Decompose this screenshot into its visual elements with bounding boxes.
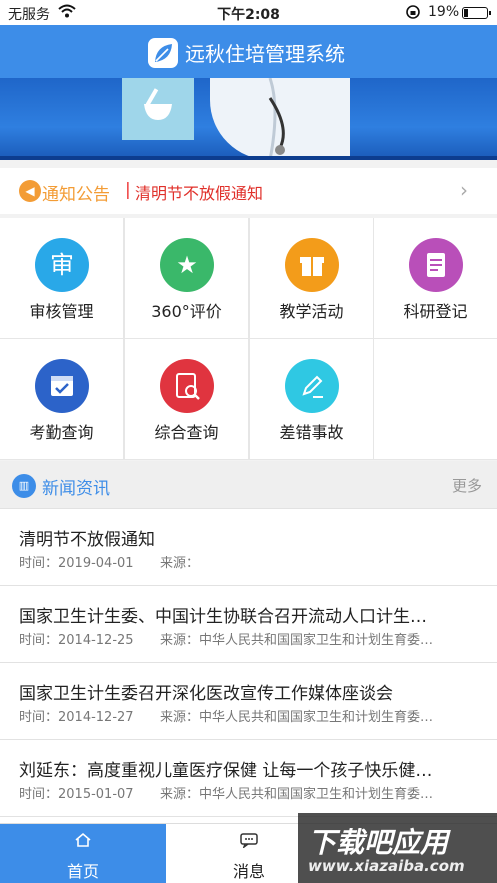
grid-item-label: 综合查询 bbox=[154, 423, 219, 442]
notice-separator: | bbox=[125, 180, 131, 200]
shield-icon: 审 bbox=[35, 238, 89, 292]
grid-item-label: 考勤查询 bbox=[29, 423, 94, 442]
status-time: 下午2:08 bbox=[217, 7, 280, 23]
status-bar: 无服务 下午2:08 19% bbox=[0, 0, 497, 25]
news-time: 时间：2014-12-27 bbox=[19, 710, 134, 725]
news-list: 清明节不放假通知 时间：2019-04-01 来源： 国家卫生计生委、中国计生协… bbox=[0, 509, 497, 823]
function-grid: 审 审核管理 ★ 360°评价 教学活动 科研登记 考勤查询 综合查询 差错事故 bbox=[0, 218, 497, 460]
grid-item-empty bbox=[374, 339, 497, 459]
news-title: 国家卫生计生委、中国计生协联合召开流动人口计生协工作会议 bbox=[19, 607, 439, 627]
tab-label: 首页 bbox=[66, 862, 99, 881]
megaphone-icon: ◀ bbox=[19, 180, 41, 202]
watermark-text: 下载吧应用 bbox=[308, 826, 449, 859]
grid-item-audit[interactable]: 审 审核管理 bbox=[0, 218, 123, 338]
news-title: 刘延东：高度重视儿童医疗保健 让每一个孩子快乐健康成长 bbox=[19, 761, 439, 781]
news-item[interactable]: 刘延东：高度重视儿童医疗保健 让每一个孩子快乐健康成长 时间：2015-01-0… bbox=[0, 740, 497, 817]
watermark-url: www.xiazaiba.com bbox=[308, 857, 465, 875]
more-link[interactable]: 更多 bbox=[452, 475, 482, 496]
battery-percent: 19% bbox=[428, 4, 460, 20]
news-source: 来源：中华人民共和国国家卫生和计划生育委员会 bbox=[160, 633, 435, 648]
news-item[interactable]: 清明节不放假通知 时间：2019-04-01 来源： bbox=[0, 509, 497, 586]
notice-label: 通知公告 bbox=[42, 185, 110, 205]
leaf-logo-icon bbox=[148, 38, 178, 68]
mortar-pestle-tile bbox=[122, 78, 194, 140]
book-icon: ▥ bbox=[12, 474, 36, 498]
grid-item-query[interactable]: 综合查询 bbox=[125, 339, 248, 459]
news-time: 时间：2014-12-25 bbox=[19, 633, 134, 648]
watermark-logo: 下载吧应用 www.xiazaiba.com bbox=[298, 813, 497, 883]
doctor-figure bbox=[210, 78, 350, 160]
notice-bar[interactable]: ◀ 通知公告 | 清明节不放假通知 › bbox=[0, 168, 497, 214]
gift-icon bbox=[285, 238, 339, 292]
orientation-lock-icon bbox=[405, 4, 421, 24]
tab-home[interactable]: 首页 bbox=[0, 824, 166, 883]
grid-item-label: 差错事故 bbox=[279, 423, 344, 442]
news-item[interactable]: 国家卫生计生委、中国计生协联合召开流动人口计生协工作会议 时间：2014-12-… bbox=[0, 586, 497, 663]
document-icon bbox=[409, 238, 463, 292]
grid-item-evaluation[interactable]: ★ 360°评价 bbox=[125, 218, 248, 338]
banner-image[interactable] bbox=[0, 78, 497, 160]
news-source: 来源：中华人民共和国国家卫生和计划生育委员会 bbox=[160, 710, 435, 725]
search-document-icon bbox=[160, 359, 214, 413]
news-section-header: ▥ 新闻资讯 更多 bbox=[0, 461, 497, 509]
home-icon bbox=[0, 832, 166, 852]
calendar-check-icon bbox=[35, 359, 89, 413]
notice-text[interactable]: 清明节不放假通知 bbox=[135, 180, 263, 204]
news-title: 国家卫生计生委召开深化医改宣传工作媒体座谈会 bbox=[19, 684, 393, 704]
news-time: 时间：2015-01-07 bbox=[19, 787, 134, 802]
star-icon: ★ bbox=[160, 238, 214, 292]
battery-icon bbox=[462, 7, 491, 19]
grid-item-teaching[interactable]: 教学活动 bbox=[250, 218, 373, 338]
news-title: 清明节不放假通知 bbox=[19, 530, 155, 550]
pencil-icon bbox=[285, 359, 339, 413]
grid-item-label: 360°评价 bbox=[151, 302, 222, 321]
app-header: 远秋住培管理系统 bbox=[0, 25, 497, 78]
grid-item-attendance[interactable]: 考勤查询 bbox=[0, 339, 123, 459]
news-section-title: 新闻资讯 bbox=[42, 479, 110, 499]
grid-item-research[interactable]: 科研登记 bbox=[374, 218, 497, 338]
news-item[interactable]: 国家卫生计生委召开深化医改宣传工作媒体座谈会 时间：2014-12-27 来源：… bbox=[0, 663, 497, 740]
grid-item-label: 审核管理 bbox=[29, 302, 94, 321]
chevron-right-icon[interactable]: › bbox=[460, 178, 468, 202]
grid-item-label: 教学活动 bbox=[279, 302, 344, 321]
grid-item-label: 科研登记 bbox=[403, 302, 468, 321]
news-source: 来源：中华人民共和国国家卫生和计划生育委员会 bbox=[160, 787, 435, 802]
app-title: 远秋住培管理系统 bbox=[185, 42, 345, 66]
grid-item-errors[interactable]: 差错事故 bbox=[250, 339, 373, 459]
news-source: 来源： bbox=[160, 556, 200, 571]
news-time: 时间：2019-04-01 bbox=[19, 556, 134, 571]
